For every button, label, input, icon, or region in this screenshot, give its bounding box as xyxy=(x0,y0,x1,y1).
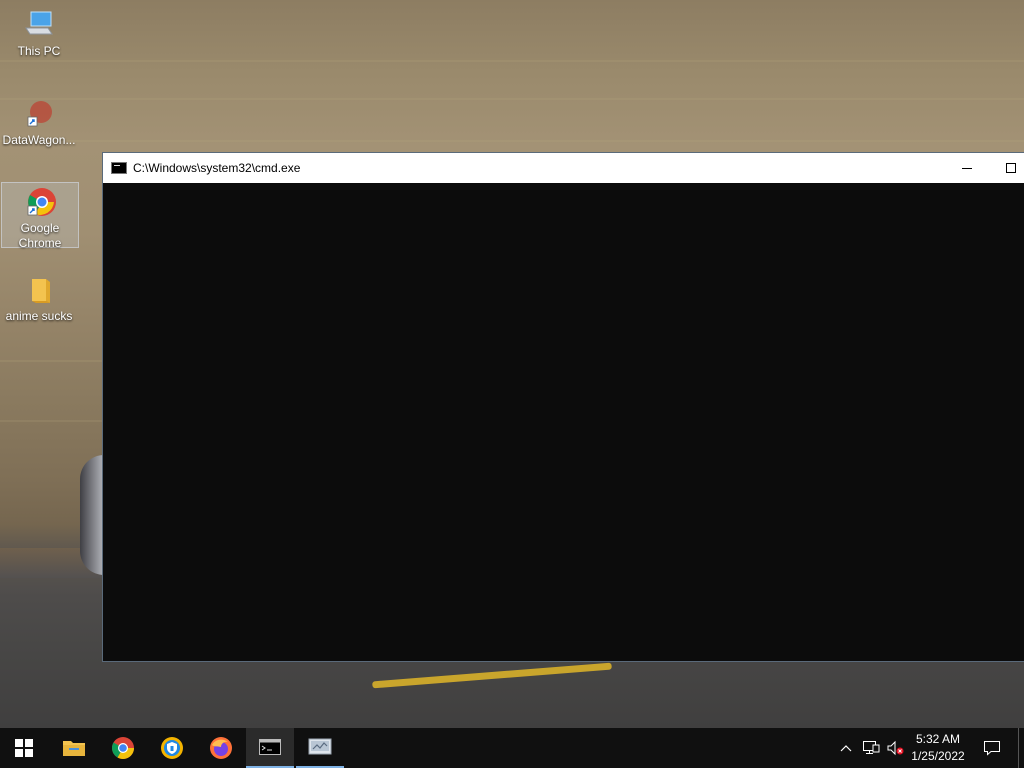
start-button[interactable] xyxy=(0,728,48,768)
desktop-icon-label: This PC xyxy=(17,44,61,58)
desktop-icon-label: anime sucks xyxy=(5,309,73,323)
minimize-icon xyxy=(962,168,972,169)
maximize-button[interactable] xyxy=(989,153,1024,183)
desktop-icon-this-pc[interactable]: This PC xyxy=(1,6,77,59)
taskbar-network-app[interactable] xyxy=(296,728,344,768)
firefox-icon xyxy=(210,737,232,759)
taskbar-firefox[interactable] xyxy=(197,728,245,768)
cmd-icon xyxy=(259,739,281,755)
wallpaper-road-line xyxy=(372,662,612,689)
shield-browser-icon xyxy=(161,737,183,759)
taskbar-shield-browser[interactable] xyxy=(148,728,196,768)
maximize-icon xyxy=(1006,163,1016,173)
network-app-icon xyxy=(308,738,332,755)
desktop-icon-label: DataWagon... xyxy=(2,133,76,147)
chrome-icon xyxy=(23,185,57,219)
taskbar: 5:32 AM 1/25/2022 xyxy=(0,728,1024,768)
wallpaper-detail xyxy=(0,140,1024,142)
chrome-icon xyxy=(112,737,134,759)
network-tray-button[interactable] xyxy=(860,728,882,768)
minimize-button[interactable] xyxy=(945,153,989,183)
volume-muted-icon xyxy=(887,740,904,756)
window-title: C:\Windows\system32\cmd.exe xyxy=(133,161,301,175)
datawagon-shortcut-icon xyxy=(22,97,56,131)
desktop-wallpaper: This PC DataWagon... Google Chrome anime… xyxy=(0,0,1024,728)
windows-logo-icon xyxy=(15,739,33,757)
notification-icon xyxy=(984,741,1000,756)
cmd-window[interactable]: C:\Windows\system32\cmd.exe xyxy=(102,152,1024,662)
network-icon xyxy=(863,741,880,754)
action-center-button[interactable] xyxy=(978,728,1006,768)
clock[interactable]: 5:32 AM 1/25/2022 xyxy=(906,731,970,765)
wallpaper-detail xyxy=(0,60,1024,62)
wallpaper-detail xyxy=(0,98,1024,100)
desktop-icon-label: Google Chrome xyxy=(18,221,62,250)
console-area[interactable] xyxy=(103,183,1024,661)
clock-time: 5:32 AM xyxy=(915,732,961,746)
folder-icon xyxy=(22,273,56,307)
taskbar-chrome[interactable] xyxy=(99,728,147,768)
cmd-icon xyxy=(111,162,127,174)
volume-tray-button[interactable] xyxy=(884,728,906,768)
taskbar-file-explorer[interactable] xyxy=(50,728,98,768)
window-titlebar[interactable]: C:\Windows\system32\cmd.exe xyxy=(103,153,1024,183)
desktop-icon-google-chrome[interactable]: Google Chrome xyxy=(1,182,79,250)
show-desktop-button[interactable] xyxy=(1018,728,1024,768)
show-hidden-icons-button[interactable] xyxy=(836,728,856,768)
this-pc-icon xyxy=(22,8,56,42)
chevron-up-icon xyxy=(840,745,852,752)
desktop-icon-datawagon[interactable]: DataWagon... xyxy=(1,95,77,148)
desktop-icon-anime-sucks[interactable]: anime sucks xyxy=(1,271,77,324)
folder-icon xyxy=(63,741,85,756)
clock-date: 1/25/2022 xyxy=(911,749,965,763)
taskbar-cmd[interactable] xyxy=(246,728,294,768)
